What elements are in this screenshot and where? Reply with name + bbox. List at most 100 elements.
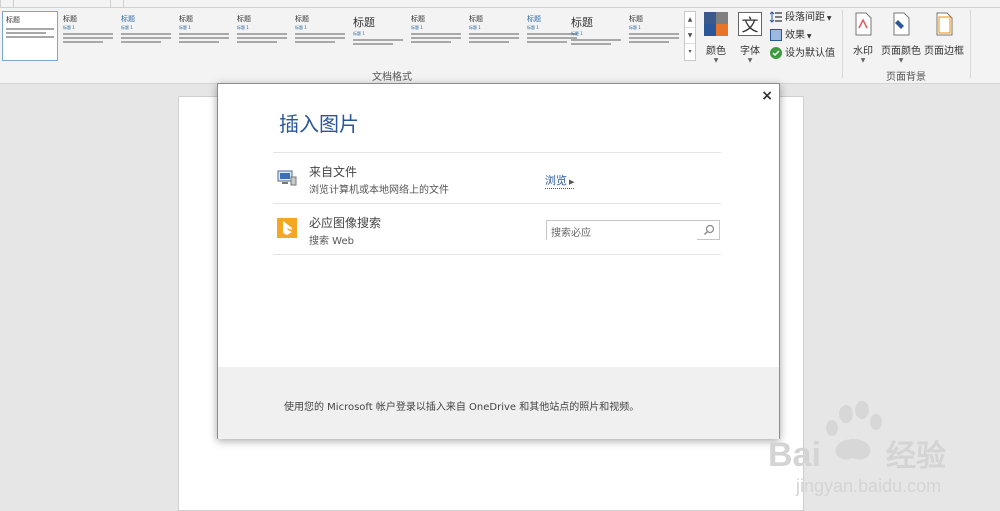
thumbnail-title: 标题 [353, 16, 375, 29]
colors-label: 颜色 [706, 46, 726, 57]
thumbnail-subtitle: 标题 1 [353, 31, 365, 36]
style-thumbnail[interactable]: 标题 标题 1 [60, 11, 116, 61]
colors-dropdown-icon: ▼ [713, 57, 719, 64]
page-color-icon [893, 12, 910, 36]
gallery-more-icon[interactable]: ▾ [685, 44, 695, 60]
watermark-label: 水印 [853, 46, 873, 57]
gallery-scroll[interactable]: ▲ ▼ ▾ [684, 11, 696, 61]
thumbnail-title: 标题 [411, 15, 425, 23]
bing-icon [277, 218, 297, 238]
bing-title: 必应图像搜索 [309, 216, 382, 230]
browse-label: 浏览 [545, 174, 567, 187]
thumbnail-title: 标题 [179, 15, 193, 23]
computer-icon [277, 170, 297, 186]
style-thumbnail[interactable]: 标题 [2, 11, 58, 61]
checkmark-icon [770, 47, 782, 59]
paragraph-spacing-label: 段落间距 [785, 12, 825, 23]
thumbnail-subtitle: 标题 1 [571, 31, 583, 36]
thumbnail-subtitle: 标题 1 [469, 25, 481, 30]
fonts-dropdown-icon: ▼ [747, 57, 753, 64]
ribbon-tab[interactable] [110, 0, 124, 8]
page-color-dropdown-icon: ▼ [898, 57, 904, 64]
font-icon: 文 [738, 12, 762, 36]
group-separator [970, 10, 971, 78]
gallery-down-icon[interactable]: ▼ [685, 28, 695, 44]
set-default-label: 设为默认值 [785, 48, 835, 59]
from-file-subtitle: 浏览计算机或本地网络上的文件 [309, 185, 449, 196]
thumbnail-title: 标题 [237, 15, 251, 23]
page-borders-button[interactable]: 页面边框 [922, 12, 966, 57]
chevron-right-icon: ▶ [569, 178, 575, 186]
svg-text:文: 文 [742, 16, 759, 36]
fonts-button[interactable]: 文 字体 ▼ [736, 12, 764, 64]
baidu-jingyan-watermark: Bai 经验 jingyan.baidu.com [768, 401, 946, 496]
effects-dropdown-icon: ▼ [805, 33, 812, 40]
colors-button[interactable]: 颜色 ▼ [702, 12, 730, 64]
gallery-up-icon[interactable]: ▲ [685, 12, 695, 28]
gallery-group-label: 文档格式 [372, 72, 412, 83]
ribbon-tab[interactable] [0, 0, 14, 8]
style-thumbnail[interactable]: 标题 标题 1 [466, 11, 522, 61]
style-thumbnail[interactable]: 标题 标题 1 [292, 11, 348, 61]
effects-button[interactable]: 效果 ▼ [770, 28, 812, 44]
paragraph-spacing-icon [770, 11, 782, 23]
set-default-button[interactable]: 设为默认值 [770, 46, 835, 62]
thumbnail-title: 标题 [469, 15, 483, 23]
thumbnail-subtitle: 标题 1 [121, 25, 133, 30]
row-divider [273, 254, 721, 255]
ribbon: 标题 标题 标题 1 标题 标题 1 标题 标题 1 标题 标题 1 标题 标题… [0, 0, 1000, 84]
document-format-gallery: 标题 标题 标题 1 标题 标题 1 标题 标题 1 标题 标题 1 标题 标题… [0, 11, 696, 63]
watermark-button[interactable]: 水印 ▼ [848, 12, 878, 64]
thumbnail-title: 标题 [63, 15, 77, 23]
thumbnail-subtitle: 标题 1 [295, 25, 307, 30]
watermark-dropdown-icon: ▼ [860, 57, 866, 64]
page-color-button[interactable]: 页面颜色 ▼ [880, 12, 922, 64]
thumbnail-subtitle: 标题 1 [63, 25, 75, 30]
style-thumbnail[interactable]: 标题 标题 1 [408, 11, 464, 61]
thumbnail-title: 标题 [121, 15, 135, 23]
dialog-title: 插入图片 [279, 112, 359, 136]
search-icon[interactable] [703, 224, 715, 236]
thumbnail-subtitle: 标题 1 [179, 25, 191, 30]
insert-picture-dialog: × 插入图片 来自文件 浏览计算机或本地网络上的文件 浏览 ▶ 必应图像搜索 搜索… [217, 83, 780, 439]
paragraph-spacing-dropdown-icon: ▼ [825, 15, 832, 22]
style-thumbnail[interactable]: 标题 标题 1 [176, 11, 232, 61]
page-color-label: 页面颜色 [881, 46, 921, 57]
watermark-icon [855, 12, 872, 36]
style-thumbnail[interactable]: 标题 标题 1 [118, 11, 174, 61]
from-file-title: 来自文件 [309, 165, 358, 179]
thumbnail-title: 标题 [629, 15, 643, 23]
thumbnail-title: 标题 [571, 16, 593, 29]
fonts-label: 字体 [740, 46, 760, 57]
thumbnail-subtitle: 标题 1 [629, 25, 641, 30]
effects-label: 效果 [785, 30, 805, 41]
page-borders-label: 页面边框 [924, 46, 964, 57]
bing-search-row: 必应图像搜索 搜索 Web [273, 203, 721, 254]
from-file-row: 来自文件 浏览计算机或本地网络上的文件 浏览 ▶ [273, 152, 721, 203]
dialog-footer: 使用您的 Microsoft 帐户登录以插入来自 OneDrive 和其他站点的… [218, 367, 779, 439]
style-thumbnail[interactable]: 标题 标题 1 [350, 11, 406, 61]
style-thumbnail[interactable]: 标题 标题 1 [568, 11, 624, 61]
style-thumbnail[interactable]: 标题 标题 1 [234, 11, 290, 61]
group-separator [842, 10, 843, 78]
thumbnail-subtitle: 标题 1 [237, 25, 249, 30]
browse-link[interactable]: 浏览 ▶ [545, 172, 575, 189]
watermark-brand-tail: 经验 [886, 439, 946, 474]
footer-text: 使用您的 Microsoft 帐户登录以插入来自 OneDrive 和其他站点的… [284, 402, 640, 413]
close-icon[interactable]: × [761, 88, 773, 104]
paragraph-spacing-button[interactable]: 段落间距 ▼ [770, 10, 832, 26]
style-thumbnail[interactable]: 标题 标题 1 [626, 11, 682, 61]
page-borders-icon [936, 12, 953, 36]
thumbnail-title: 标题 [295, 15, 309, 23]
bing-search-box[interactable] [546, 220, 720, 243]
bing-search-input[interactable] [547, 224, 697, 243]
thumbnail-title: 标题 [6, 16, 20, 24]
effects-icon [770, 29, 782, 41]
thumbnail-subtitle: 标题 1 [411, 25, 423, 30]
watermark-brand: Bai [768, 436, 821, 474]
bing-subtitle: 搜索 Web [309, 236, 354, 247]
page-background-group-label: 页面背景 [886, 72, 926, 83]
ribbon-tab-strip [0, 0, 1000, 8]
color-palette-icon [704, 12, 728, 36]
watermark-url: jingyan.baidu.com [795, 476, 941, 496]
